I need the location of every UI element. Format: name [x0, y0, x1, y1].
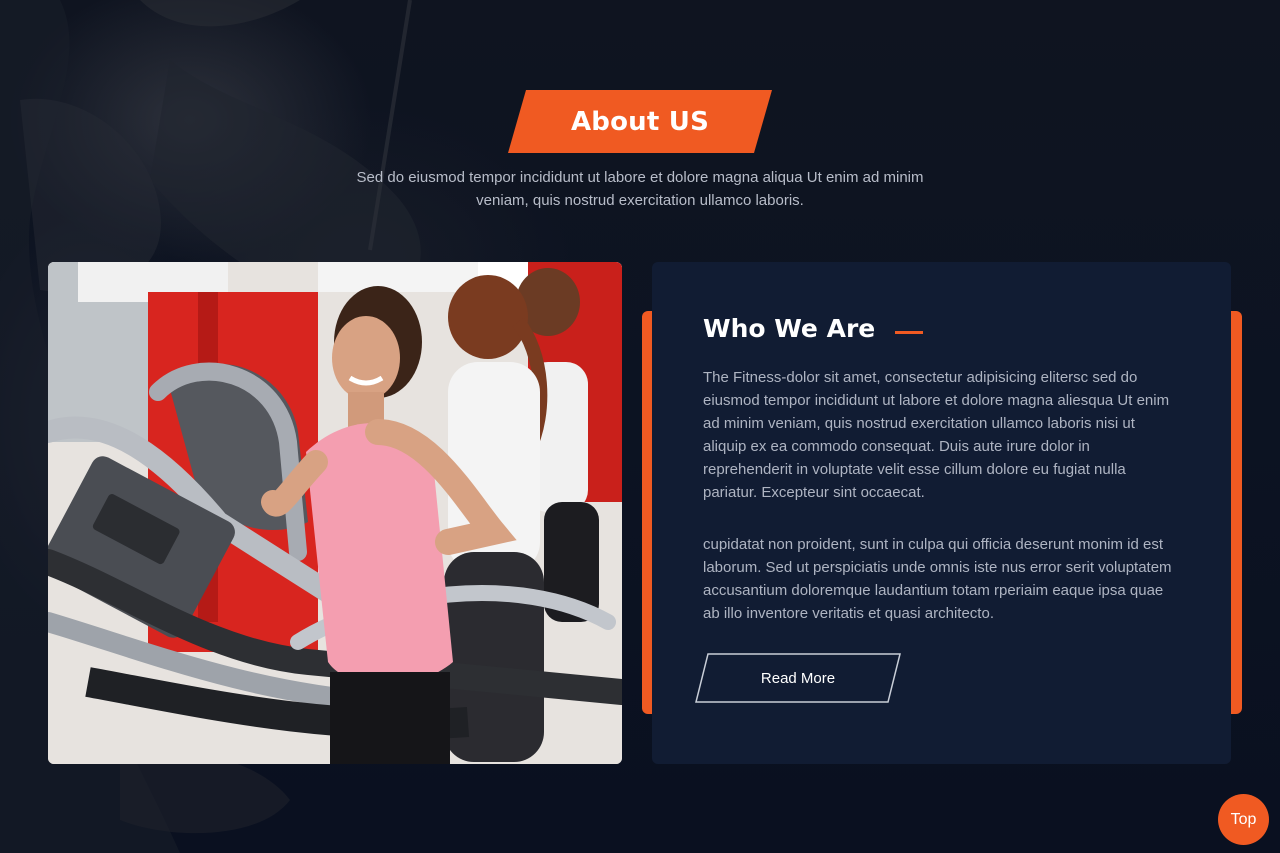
- card-title: Who We Are: [703, 314, 876, 343]
- back-to-top-button[interactable]: Top: [1218, 794, 1269, 845]
- card-paragraph-1: The Fitness-dolor sit amet, consectetur …: [703, 369, 1170, 501]
- treadmill-gym-photo: [48, 262, 622, 764]
- section-heading: About US: [508, 90, 772, 153]
- read-more-button[interactable]: Read More: [694, 653, 902, 703]
- read-more-label: Read More: [760, 669, 836, 687]
- title-accent-dash: [895, 331, 923, 334]
- card-paragraph-2: cupidatat non proident, sunt in culpa qu…: [703, 536, 1172, 622]
- section-title: About US: [570, 106, 710, 137]
- section-intro-text: Sed do eiusmod tempor incididunt ut labo…: [356, 169, 924, 209]
- gym-photo-illustration: [48, 262, 622, 764]
